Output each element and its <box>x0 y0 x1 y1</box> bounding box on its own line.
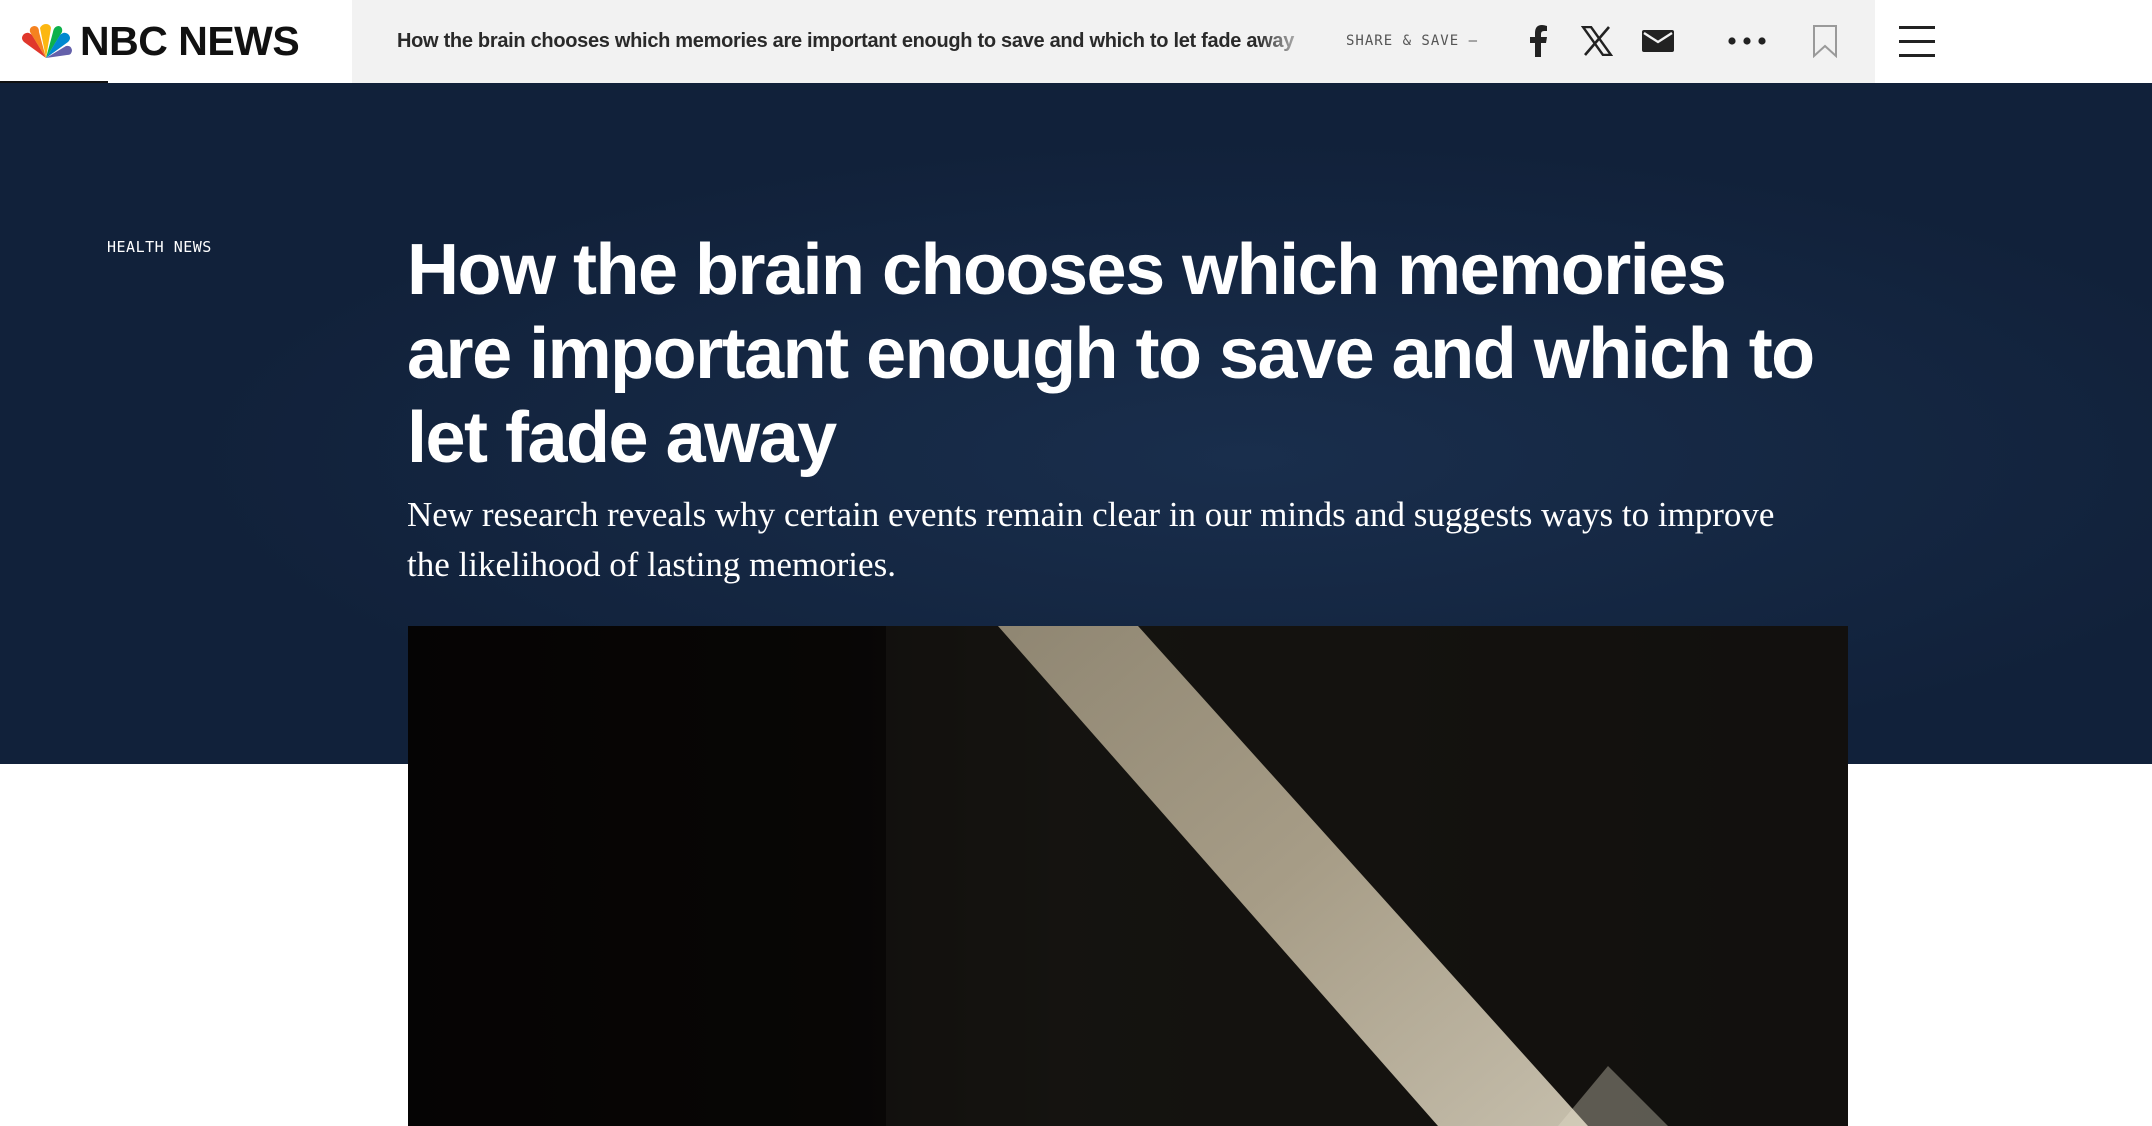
x-share-button[interactable] <box>1574 18 1620 64</box>
bookmark-button[interactable] <box>1802 18 1848 64</box>
peacock-icon <box>22 24 72 58</box>
facebook-share-button[interactable] <box>1515 18 1561 64</box>
email-icon <box>1642 30 1674 52</box>
x-icon <box>1581 26 1613 56</box>
menu-button[interactable] <box>1893 18 1939 64</box>
bookmark-icon <box>1813 25 1837 58</box>
article-headline: How the brain chooses which memories are… <box>407 230 1815 478</box>
sticky-article-title: How the brain chooses which memories are… <box>397 30 1295 52</box>
title-fade <box>1257 24 1317 60</box>
nbc-news-logo[interactable]: NBC NEWS <box>0 0 352 83</box>
category-link[interactable]: HEALTH NEWS <box>107 238 212 256</box>
top-nav: NBC NEWS How the brain chooses which mem… <box>0 0 2152 83</box>
more-icon <box>1728 37 1766 45</box>
menu-icon-bar <box>1899 54 1935 57</box>
article-dek: New research reveals why certain events … <box>407 495 1775 584</box>
menu-icon <box>1899 26 1935 29</box>
sticky-share-bar: How the brain chooses which memories are… <box>352 0 1875 83</box>
email-share-button[interactable] <box>1635 18 1681 64</box>
hero-image <box>408 626 1848 1126</box>
menu-icon-bar <box>1899 40 1935 43</box>
share-save-label: SHARE & SAVE – <box>1346 33 1479 49</box>
brand-wordmark: NBC NEWS <box>80 18 300 64</box>
hero-image-art <box>408 626 1848 1126</box>
more-options-button[interactable] <box>1724 18 1770 64</box>
facebook-icon <box>1530 25 1547 57</box>
